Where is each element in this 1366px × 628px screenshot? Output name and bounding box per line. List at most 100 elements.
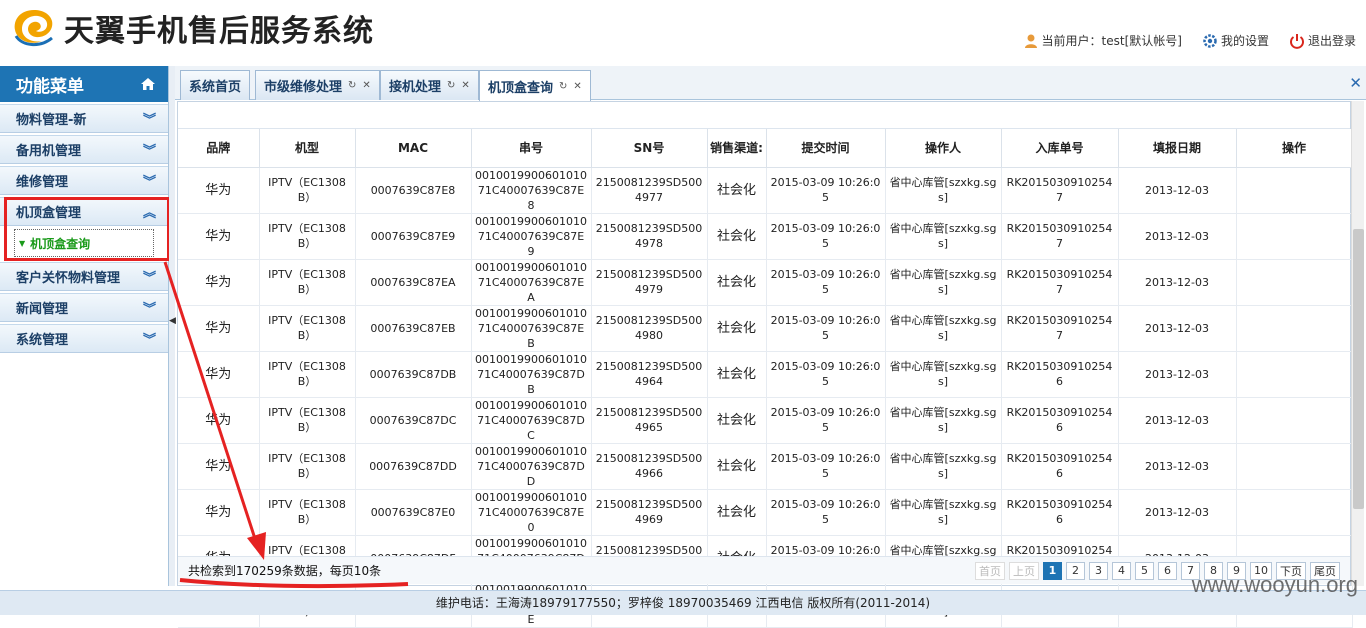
cell-model: IPTV（EC1308B） bbox=[259, 305, 356, 352]
sidebar-item-spare-phones[interactable]: 备用机管理 ︾ bbox=[0, 135, 168, 164]
cell-order: RK20150309102547 bbox=[1001, 259, 1119, 306]
close-all-tabs-icon[interactable]: ✕ bbox=[1349, 74, 1362, 92]
sidebar-item-system[interactable]: 系统管理 ︾ bbox=[0, 324, 168, 353]
cell-imei: 001001990060101071C40007639C87EB bbox=[471, 305, 592, 352]
sidebar-item-customer-care[interactable]: 客户关怀物料管理 ︾ bbox=[0, 262, 168, 291]
annotation-highlight-box bbox=[4, 197, 170, 261]
home-icon[interactable] bbox=[140, 76, 156, 92]
close-icon[interactable]: ✕ bbox=[573, 81, 581, 92]
cell-mac: 0007639C87E0 bbox=[355, 489, 472, 536]
sidebar-item-label: 维修管理 bbox=[16, 175, 69, 190]
app-title: 天翼手机售后服务系统 bbox=[64, 14, 374, 49]
tab-label: 市级维修处理 bbox=[264, 80, 343, 95]
page-button[interactable]: 6 bbox=[1158, 561, 1177, 580]
tabs-bar: 系统首页 市级维修处理 ↻ ✕ 接机处理 ↻ ✕ 机顶盒查询 ↻ ✕ bbox=[175, 66, 1366, 101]
sidebar-item-label: 系统管理 bbox=[16, 333, 69, 348]
cell-action bbox=[1236, 167, 1353, 214]
col-header-model[interactable]: 机型 bbox=[259, 129, 356, 168]
stb-table: 品牌 机型 MAC 串号 SN号 销售渠道: 提交时间 操作人 入库单号 填报日… bbox=[178, 129, 1353, 628]
refresh-icon[interactable]: ↻ bbox=[559, 81, 567, 92]
logout-link[interactable]: 退出登录 bbox=[1289, 32, 1356, 49]
cell-order: RK20150309102546 bbox=[1001, 397, 1119, 444]
tab-home[interactable]: 系统首页 bbox=[180, 70, 251, 100]
cell-action bbox=[1236, 351, 1353, 398]
table-row[interactable]: 华为 IPTV（EC1308B） 0007639C87DC 0010019900601… bbox=[178, 397, 1353, 444]
col-header-brand[interactable]: 品牌 bbox=[178, 129, 260, 168]
tab-stb-query[interactable]: 机顶盒查询 ↻ ✕ bbox=[479, 70, 591, 101]
settings-link[interactable]: 我的设置 bbox=[1202, 32, 1269, 49]
page-button[interactable]: 5 bbox=[1135, 561, 1154, 580]
sidebar-title: 功能菜单 bbox=[16, 76, 84, 97]
first-page-button[interactable]: 首页 bbox=[975, 561, 1005, 580]
prev-page-button[interactable]: 上页 bbox=[1009, 561, 1039, 580]
cell-model: IPTV（EC1308B） bbox=[259, 351, 356, 398]
watermark: www.wooyun.org bbox=[1191, 572, 1358, 597]
table-row[interactable]: 华为 IPTV（EC1308B） 0007639C87E8 0010019900601… bbox=[178, 167, 1353, 214]
sidebar-splitter[interactable]: ◀ bbox=[169, 66, 176, 586]
col-header-date[interactable]: 填报日期 bbox=[1118, 129, 1237, 168]
table-row[interactable]: 华为 IPTV（EC1308B） 0007639C87DB 0010019900601… bbox=[178, 351, 1353, 398]
cell-imei: 001001990060101071C40007639C87EA bbox=[471, 259, 592, 306]
col-header-mac[interactable]: MAC bbox=[355, 129, 472, 168]
sidebar-item-label: 新闻管理 bbox=[16, 302, 69, 317]
cell-model: IPTV（EC1308B） bbox=[259, 443, 356, 490]
sidebar-item-materials-new[interactable]: 物料管理-新 ︾ bbox=[0, 104, 168, 133]
cell-mac: 0007639C87EB bbox=[355, 305, 472, 352]
sidebar-header: 功能菜单 bbox=[0, 66, 168, 102]
cell-brand: 华为 bbox=[178, 259, 260, 306]
cell-date: 2013-12-03 bbox=[1118, 167, 1237, 214]
cell-brand: 华为 bbox=[178, 351, 260, 398]
current-user: 当前用户：test[默认帐号] bbox=[1023, 32, 1182, 49]
col-header-time[interactable]: 提交时间 bbox=[766, 129, 886, 168]
cell-operator: 省中心库管[szxkg.sgs] bbox=[885, 443, 1002, 490]
close-icon[interactable]: ✕ bbox=[461, 80, 469, 91]
cell-sn: 2150081239SD5004979 bbox=[591, 259, 708, 306]
cell-sn: 2150081239SD5004965 bbox=[591, 397, 708, 444]
tab-intake[interactable]: 接机处理 ↻ ✕ bbox=[380, 70, 479, 100]
cell-imei: 001001990060101071C40007639C87DD bbox=[471, 443, 592, 490]
cell-time: 2015-03-09 10:26:05 bbox=[766, 489, 886, 536]
table-row[interactable]: 华为 IPTV（EC1308B） 0007639C87E0 0010019900601… bbox=[178, 489, 1353, 536]
close-icon[interactable]: ✕ bbox=[362, 80, 370, 91]
table-row[interactable]: 华为 IPTV（EC1308B） 0007639C87EB 0010019900601… bbox=[178, 305, 1353, 352]
cell-date: 2013-12-03 bbox=[1118, 443, 1237, 490]
table-row[interactable]: 华为 IPTV（EC1308B） 0007639C87E9 0010019900601… bbox=[178, 213, 1353, 260]
cell-time: 2015-03-09 10:26:05 bbox=[766, 259, 886, 306]
cell-mac: 0007639C87E9 bbox=[355, 213, 472, 260]
page-button[interactable]: 3 bbox=[1089, 561, 1108, 580]
collapse-arrow-icon[interactable]: ◀ bbox=[169, 316, 176, 326]
sidebar-item-news[interactable]: 新闻管理 ︾ bbox=[0, 293, 168, 322]
cell-channel: 社会化 bbox=[707, 351, 767, 398]
table-row[interactable]: 华为 IPTV（EC1308B） 0007639C87DD 0010019900601… bbox=[178, 443, 1353, 490]
cell-model: IPTV（EC1308B） bbox=[259, 397, 356, 444]
cell-action bbox=[1236, 443, 1353, 490]
cell-sn: 2150081239SD5004969 bbox=[591, 489, 708, 536]
grid-scrollbar[interactable] bbox=[1351, 101, 1364, 586]
cell-imei: 001001990060101071C40007639C87E0 bbox=[471, 489, 592, 536]
cell-operator: 省中心库管[szxkg.sgs] bbox=[885, 167, 1002, 214]
col-header-imei[interactable]: 串号 bbox=[471, 129, 592, 168]
user-icon bbox=[1024, 34, 1037, 48]
page-button[interactable]: 1 bbox=[1043, 561, 1062, 580]
refresh-icon[interactable]: ↻ bbox=[348, 80, 356, 91]
col-header-operator[interactable]: 操作人 bbox=[885, 129, 1002, 168]
cell-date: 2013-12-03 bbox=[1118, 397, 1237, 444]
sidebar-item-repair[interactable]: 维修管理 ︾ bbox=[0, 166, 168, 195]
cell-operator: 省中心库管[szxkg.sgs] bbox=[885, 213, 1002, 260]
table-row[interactable]: 华为 IPTV（EC1308B） 0007639C87EA 0010019900601… bbox=[178, 259, 1353, 306]
col-header-action[interactable]: 操作 bbox=[1236, 129, 1353, 168]
cell-mac: 0007639C87DD bbox=[355, 443, 472, 490]
col-header-order[interactable]: 入库单号 bbox=[1001, 129, 1119, 168]
col-header-channel[interactable]: 销售渠道: bbox=[707, 129, 767, 168]
cell-action bbox=[1236, 213, 1353, 260]
col-header-sn[interactable]: SN号 bbox=[591, 129, 708, 168]
tab-label: 系统首页 bbox=[189, 80, 242, 95]
refresh-icon[interactable]: ↻ bbox=[447, 80, 455, 91]
page-button[interactable]: 2 bbox=[1066, 561, 1085, 580]
page-button[interactable]: 4 bbox=[1112, 561, 1131, 580]
scrollbar-thumb[interactable] bbox=[1353, 229, 1364, 509]
cell-sn: 2150081239SD5004964 bbox=[591, 351, 708, 398]
cell-mac: 0007639C87EA bbox=[355, 259, 472, 306]
tab-city-repair[interactable]: 市级维修处理 ↻ ✕ bbox=[255, 70, 380, 100]
cell-channel: 社会化 bbox=[707, 213, 767, 260]
